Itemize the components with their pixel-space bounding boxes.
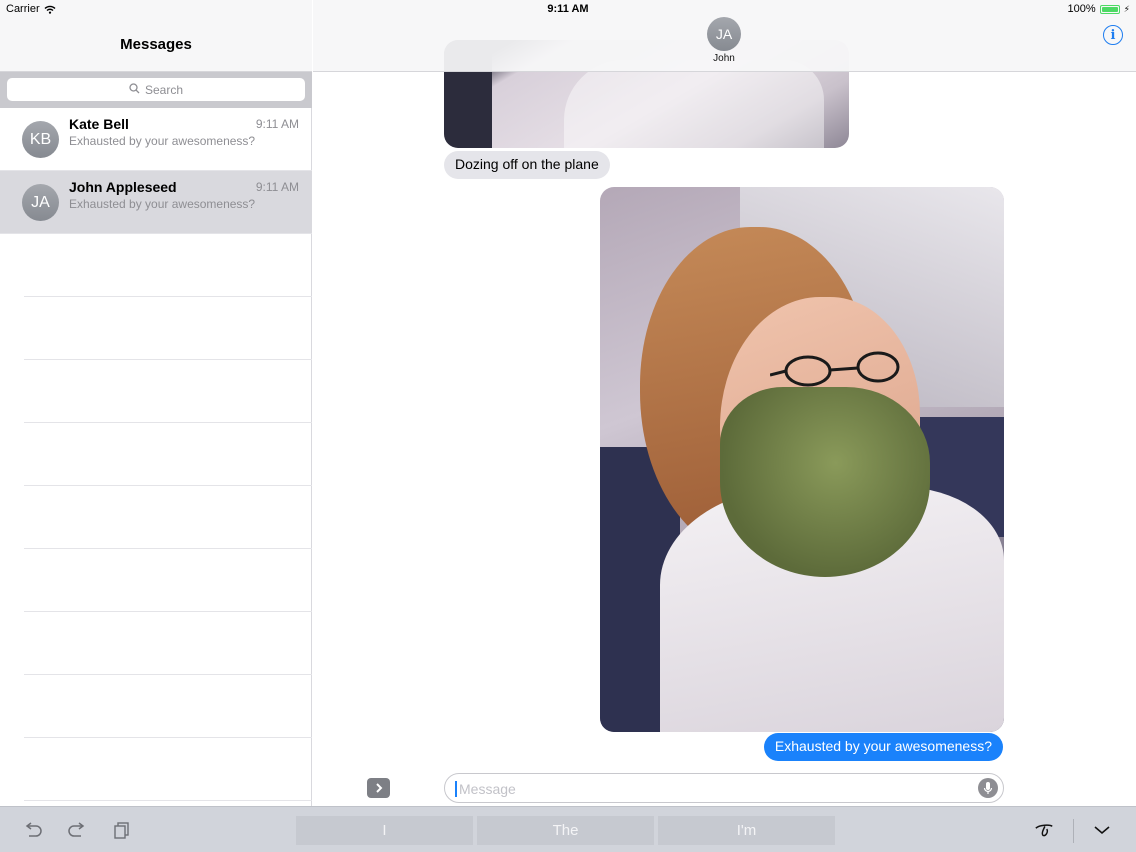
- empty-row: [24, 549, 312, 612]
- suggestion-3[interactable]: I'm: [658, 816, 835, 845]
- conversation-preview: Exhausted by your awesomeness?: [69, 134, 256, 148]
- conversation-name: John Appleseed: [69, 179, 177, 195]
- conversation-row-john-appleseed[interactable]: JA John Appleseed 9:11 AM Exhausted by y…: [0, 171, 312, 234]
- message-placeholder: Message: [459, 781, 516, 797]
- empty-row: [24, 234, 312, 297]
- photo-glasses: [770, 351, 900, 387]
- keyboard-shortcut-bar: I The I'm: [0, 806, 1136, 852]
- battery-icon: [1099, 4, 1120, 14]
- photo-beard: [720, 387, 930, 577]
- incoming-message-bubble[interactable]: Dozing off on the plane: [444, 151, 610, 179]
- search-input[interactable]: Search: [7, 78, 305, 101]
- toolbar-divider: [1073, 819, 1074, 843]
- info-icon[interactable]: i: [1103, 25, 1123, 45]
- conversation-panel: Dozing off on the plane Exhausted by you…: [313, 0, 1136, 806]
- empty-row: [24, 297, 312, 360]
- empty-row: [24, 612, 312, 675]
- search-placeholder: Search: [144, 82, 184, 97]
- undo-icon[interactable]: [23, 821, 43, 839]
- conversation-sidebar: Messages Search KB Kate Bell 9:11 AM Exh…: [0, 0, 312, 806]
- microphone-button[interactable]: [978, 778, 998, 798]
- handwriting-icon[interactable]: [1034, 821, 1054, 839]
- empty-row: [24, 360, 312, 423]
- photo-fabric: [564, 60, 824, 148]
- contact-name[interactable]: John: [674, 53, 774, 64]
- empty-row: [24, 423, 312, 486]
- battery-indicator: 100% ⚡: [1068, 3, 1130, 15]
- suggestion-2[interactable]: The: [477, 816, 654, 845]
- microphone-icon: [983, 782, 993, 794]
- conversation-list: KB Kate Bell 9:11 AM Exhausted by your a…: [0, 108, 312, 801]
- contact-avatar[interactable]: JA: [707, 17, 741, 51]
- redo-icon[interactable]: [67, 821, 87, 839]
- conversation-preview: Exhausted by your awesomeness?: [69, 197, 256, 211]
- status-time: 9:11 AM: [547, 3, 589, 15]
- battery-percent: 100%: [1067, 3, 1096, 15]
- conversation-name: Kate Bell: [69, 116, 129, 132]
- sidebar-title: Messages: [120, 36, 192, 53]
- search-bar: Search: [0, 72, 312, 108]
- chevron-right-icon: [375, 783, 382, 793]
- message-input[interactable]: Message: [444, 773, 1004, 803]
- avatar: JA: [22, 184, 59, 221]
- text-cursor: [455, 781, 457, 797]
- paste-icon[interactable]: [112, 821, 132, 839]
- search-icon: [129, 82, 140, 97]
- conversation-time: 9:11 AM: [255, 180, 299, 194]
- empty-row: [24, 738, 312, 801]
- outgoing-photo-message[interactable]: [600, 187, 1004, 732]
- outgoing-message-bubble[interactable]: Exhausted by your awesomeness?: [763, 733, 1003, 761]
- messages-app: Messages Search KB Kate Bell 9:11 AM Exh…: [0, 0, 1136, 852]
- charging-icon: ⚡: [1123, 3, 1130, 14]
- avatar: KB: [22, 121, 59, 158]
- conversation-time: 9:11 AM: [255, 117, 299, 131]
- status-bar: Carrier 9:11 AM 100% ⚡: [0, 0, 1136, 18]
- apps-drawer-button[interactable]: [367, 778, 390, 798]
- empty-row: [24, 675, 312, 738]
- conversation-row-kate-bell[interactable]: KB Kate Bell 9:11 AM Exhausted by your a…: [0, 108, 312, 171]
- hide-keyboard-icon[interactable]: [1092, 821, 1112, 839]
- suggestion-1[interactable]: I: [296, 816, 473, 845]
- empty-row: [24, 486, 312, 549]
